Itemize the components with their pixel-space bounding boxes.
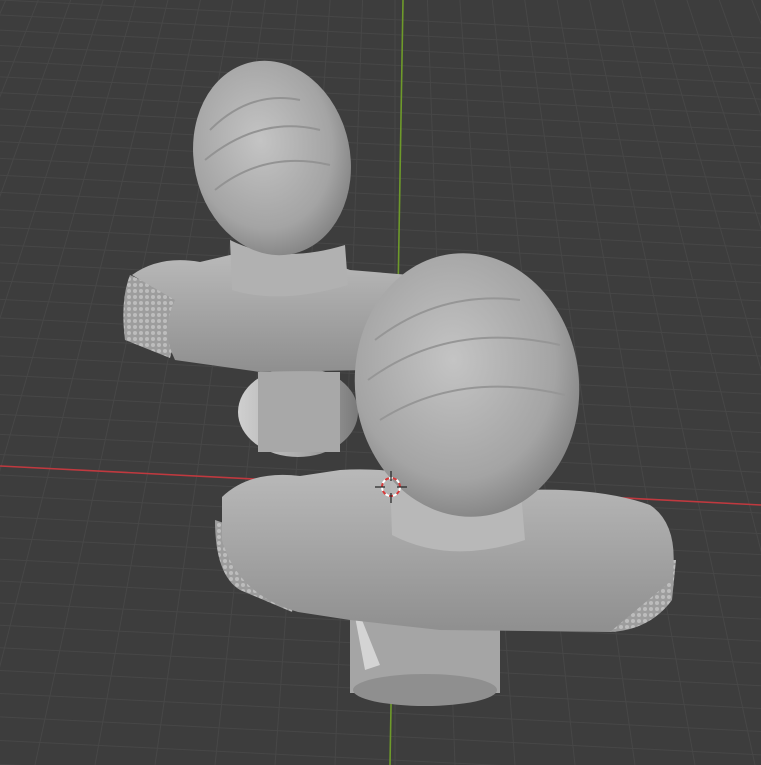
viewport-canvas[interactable] xyxy=(0,0,761,765)
3d-viewport[interactable] xyxy=(0,0,761,765)
